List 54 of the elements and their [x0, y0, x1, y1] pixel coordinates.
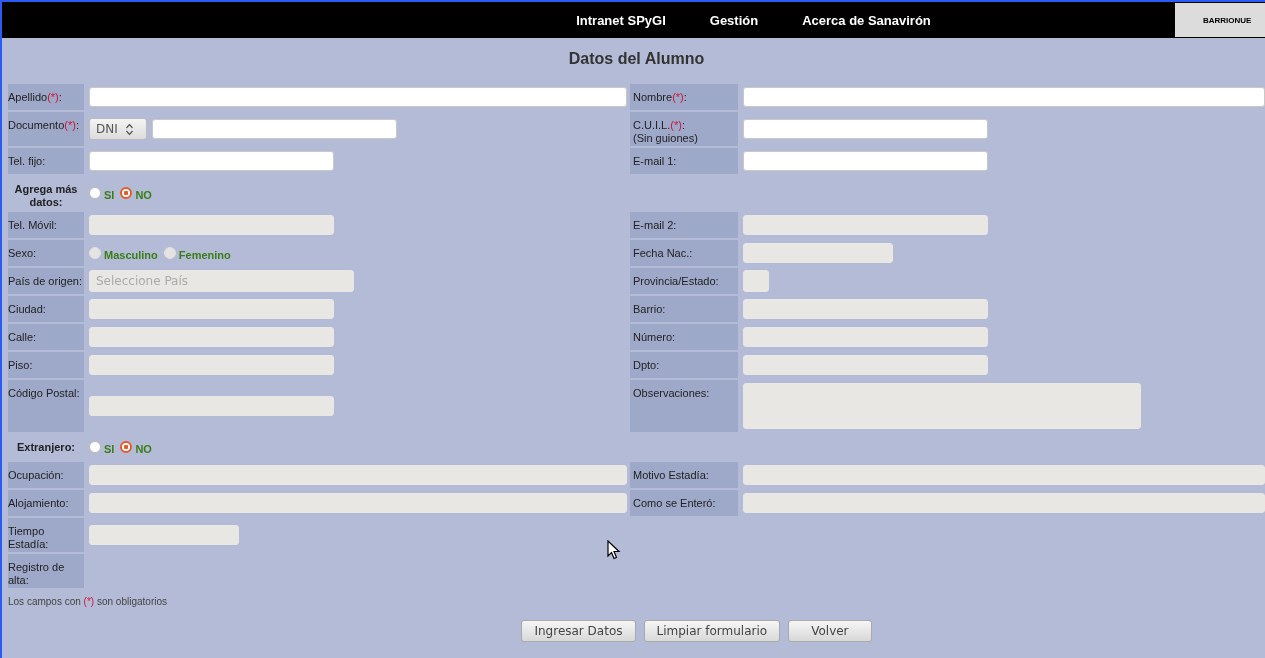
field-label: Número:	[630, 324, 738, 350]
spinner-arrows-icon	[125, 123, 133, 135]
field-label: Código Postal:	[8, 380, 84, 432]
radio-label: NO	[135, 442, 152, 455]
form-button[interactable]: Limpiar formulario	[643, 620, 781, 642]
field-label: C.U.I.L.(*): (Sin guiones)	[630, 112, 738, 146]
field-label: E-mail 2:	[630, 212, 738, 238]
radio-label: SI	[104, 442, 115, 455]
page-title: Datos del Alumno	[567, 49, 706, 69]
text-field[interactable]	[152, 119, 397, 139]
field-label: Ocupación:	[8, 462, 84, 488]
field-label: Sexo:	[8, 240, 84, 266]
field-label: Alojamiento:	[8, 490, 84, 516]
field-label: Fecha Nac.:	[630, 240, 738, 266]
nav-link[interactable]: Intranet SPyGI	[576, 12, 666, 28]
field-label: Ciudad:	[8, 296, 84, 322]
field-label: Apellido(*):	[8, 84, 84, 110]
field-label: País de origen:	[8, 268, 84, 294]
nav-link[interactable]: Acerca de Sanavirón	[802, 12, 931, 28]
radio-label: SI	[104, 188, 115, 201]
field-label: Barrio:	[630, 296, 738, 322]
field-label: Registro de alta:	[8, 554, 84, 588]
radio-button[interactable]	[89, 441, 101, 453]
text-field[interactable]	[743, 119, 988, 139]
document-type-select[interactable]: DNI	[89, 118, 147, 140]
text-field[interactable]	[743, 151, 988, 171]
field-label: Como se Enteró:	[630, 490, 738, 516]
user-button[interactable]: BARRIONUE	[1175, 3, 1265, 37]
nav-link[interactable]: Gestión	[709, 12, 759, 28]
required-fields-note: Los campos con (*) son obligatorios	[8, 596, 168, 607]
form-button[interactable]: Ingresar Datos	[521, 620, 636, 642]
field-label: Tiempo Estadía:	[8, 518, 84, 552]
field-label: Dpto:	[630, 352, 738, 378]
radio-label: Femenino	[178, 248, 231, 261]
field-label: Documento(*):	[8, 112, 84, 146]
field-label: Piso:	[8, 352, 84, 378]
field-label: Provincia/Estado:	[630, 268, 738, 294]
radio-button[interactable]	[120, 187, 133, 199]
radio-button[interactable]	[120, 441, 133, 453]
field-label: Calle:	[8, 324, 84, 350]
radio-label: NO	[135, 188, 152, 201]
field-label: Motivo Estadía:	[630, 462, 738, 488]
field-label: Observaciones:	[630, 380, 738, 432]
field-label: Nombre(*):	[630, 84, 738, 110]
text-field[interactable]	[89, 151, 334, 171]
field-label: E-mail 1:	[630, 148, 738, 174]
text-field[interactable]	[89, 87, 627, 107]
radio-label: Masculino	[104, 248, 158, 261]
mouse-pointer-icon	[607, 540, 621, 560]
radio-button[interactable]	[89, 187, 101, 199]
field-label: Tel. fijo:	[8, 148, 84, 174]
field-label: Tel. Móvil:	[8, 212, 84, 238]
text-field[interactable]	[743, 87, 1265, 107]
form-button[interactable]: Volver	[788, 620, 872, 642]
